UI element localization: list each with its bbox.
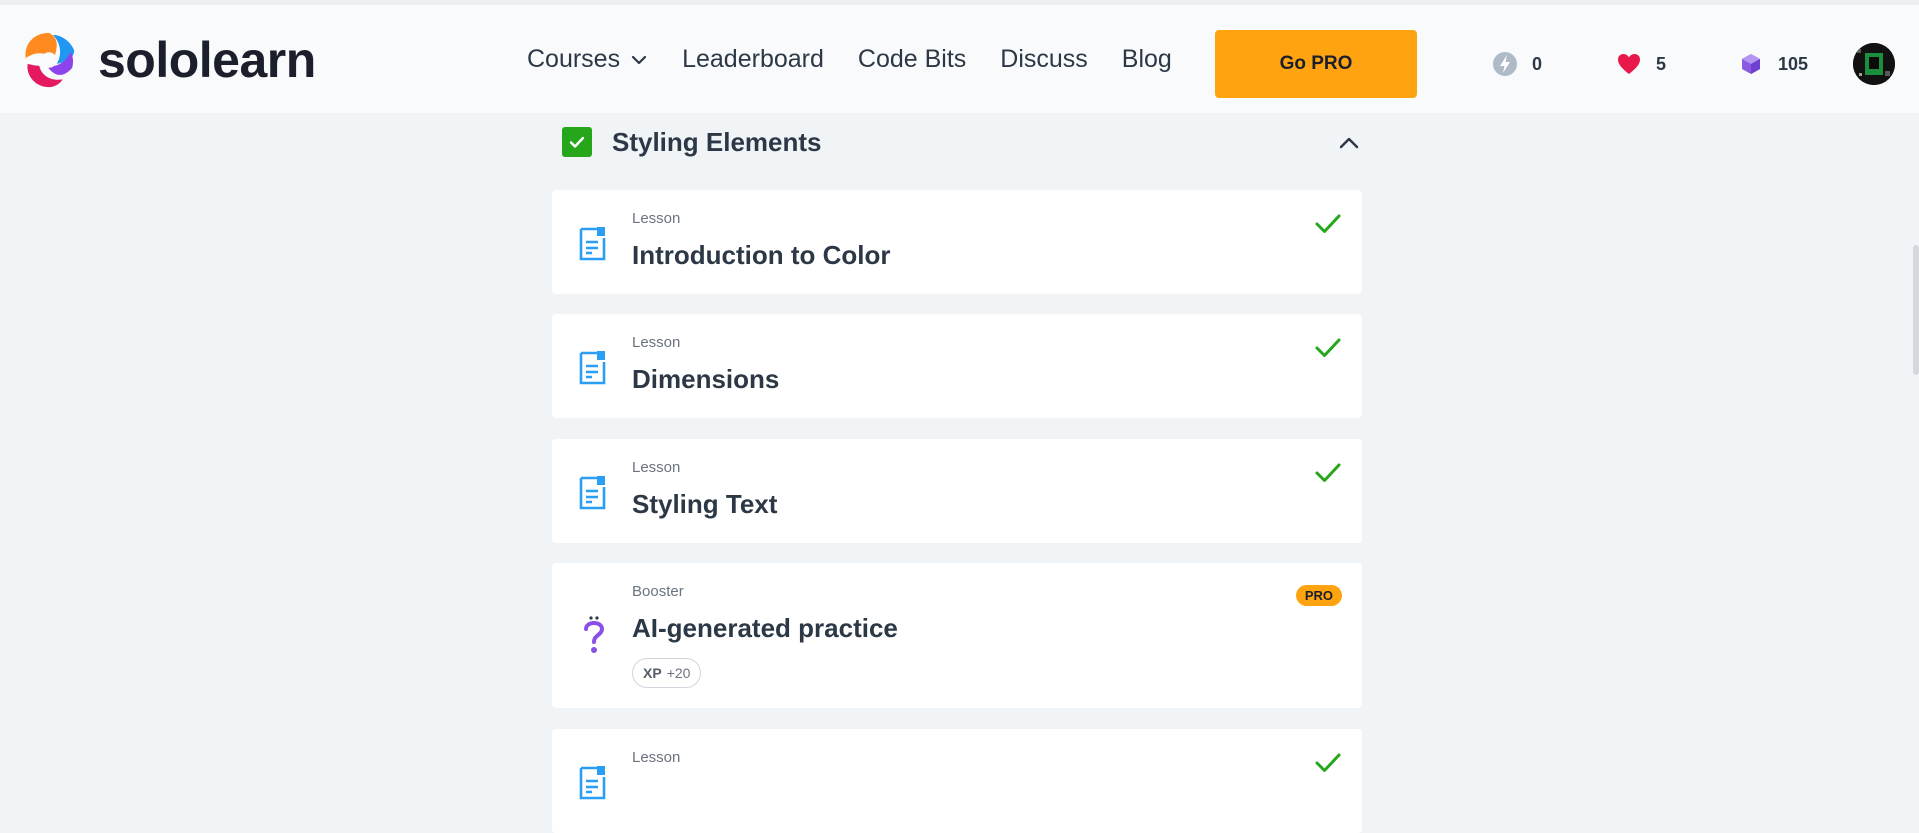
avatar-image bbox=[1853, 43, 1895, 85]
logo-text: sololearn bbox=[98, 32, 316, 88]
question-mark-icon bbox=[584, 616, 605, 653]
lesson-card[interactable]: Lesson bbox=[552, 729, 1362, 833]
nav-leaderboard[interactable]: Leaderboard bbox=[682, 45, 824, 74]
chevron-down-icon bbox=[631, 55, 647, 64]
section-complete-checkbox bbox=[562, 127, 592, 157]
completed-checkmark-icon bbox=[1315, 338, 1341, 357]
energy-count: 0 bbox=[1532, 53, 1543, 74]
item-title: Dimensions bbox=[632, 364, 780, 394]
sololearn-logo[interactable]: sololearn bbox=[18, 29, 316, 91]
completed-checkmark-icon bbox=[1315, 463, 1341, 482]
user-avatar[interactable] bbox=[1853, 43, 1895, 85]
xp-reward-pill: XP +20 bbox=[632, 658, 702, 688]
lesson-card[interactable]: Lesson Introduction to Color bbox=[552, 190, 1362, 294]
item-kind: Lesson bbox=[632, 334, 681, 351]
booster-card[interactable]: Booster AI-generated practice PRO XP +20 bbox=[552, 563, 1362, 708]
item-kind: Booster bbox=[632, 583, 684, 600]
lesson-card[interactable]: Lesson Dimensions bbox=[552, 314, 1362, 418]
sololearn-logo-icon bbox=[25, 32, 75, 88]
lightning-bolt-icon bbox=[1493, 52, 1517, 76]
completed-checkmark-icon bbox=[1315, 753, 1341, 772]
nav-code-bits[interactable]: Code Bits bbox=[858, 45, 966, 74]
main-nav: Courses Leaderboard Code Bits Discuss Bl… bbox=[527, 45, 1206, 74]
lesson-doc-icon bbox=[579, 351, 606, 385]
lesson-card[interactable]: Lesson Styling Text bbox=[552, 439, 1362, 543]
chevron-up-icon[interactable] bbox=[1336, 130, 1362, 156]
item-kind: Lesson bbox=[632, 210, 681, 227]
go-pro-button[interactable]: Go PRO bbox=[1215, 30, 1417, 98]
lesson-doc-icon bbox=[579, 476, 606, 510]
hearts-count: 5 bbox=[1656, 53, 1667, 74]
gem-cube-icon bbox=[1742, 54, 1760, 74]
item-title: Introduction to Color bbox=[632, 240, 891, 270]
checkmark-icon bbox=[569, 136, 585, 148]
item-kind: Lesson bbox=[632, 459, 681, 476]
item-title: AI-generated practice bbox=[632, 613, 898, 643]
hearts-stat[interactable]: 5 bbox=[1616, 51, 1666, 77]
item-title: Styling Text bbox=[632, 489, 778, 519]
streak-energy-stat[interactable]: 0 bbox=[1492, 51, 1542, 77]
heart-icon bbox=[1618, 54, 1640, 74]
gems-stat[interactable]: 105 bbox=[1738, 51, 1808, 77]
module-title: Styling Elements bbox=[612, 126, 822, 157]
nav-discuss[interactable]: Discuss bbox=[1000, 45, 1088, 74]
lesson-doc-icon bbox=[579, 227, 606, 261]
module-header[interactable]: Styling Elements bbox=[562, 125, 1362, 159]
pro-badge: PRO bbox=[1295, 585, 1342, 606]
gems-count: 105 bbox=[1778, 53, 1809, 74]
nav-courses[interactable]: Courses bbox=[527, 45, 648, 74]
item-kind: Lesson bbox=[632, 749, 681, 766]
scrollbar-thumb[interactable] bbox=[1913, 245, 1919, 375]
nav-blog[interactable]: Blog bbox=[1122, 45, 1172, 74]
nav-courses-label: Courses bbox=[527, 45, 621, 73]
xp-label: XP bbox=[643, 665, 662, 681]
xp-value: +20 bbox=[666, 665, 691, 681]
lesson-doc-icon bbox=[579, 766, 606, 800]
completed-checkmark-icon bbox=[1315, 214, 1341, 233]
top-navigation-bar: sololearn Courses Leaderboard Code Bits … bbox=[0, 0, 1919, 113]
